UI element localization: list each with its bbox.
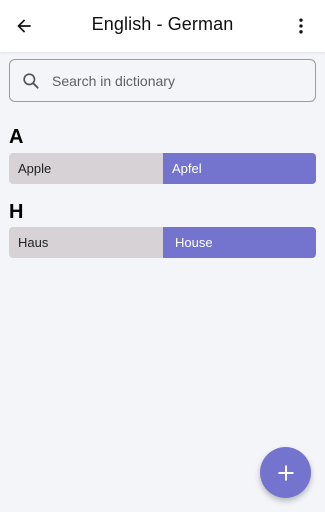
app-bar: English - German bbox=[0, 0, 325, 52]
search-box[interactable] bbox=[9, 59, 316, 102]
dictionary-entry[interactable]: Apple Apfel bbox=[9, 153, 316, 184]
entry-source-word: Apple bbox=[9, 153, 163, 184]
dictionary-entry[interactable]: Haus House bbox=[9, 227, 316, 258]
entry-target-word: Apfel bbox=[163, 153, 316, 184]
section-header-h: H bbox=[9, 201, 24, 223]
more-vertical-icon bbox=[299, 18, 303, 34]
search-input[interactable] bbox=[52, 62, 302, 99]
search-icon bbox=[23, 73, 39, 89]
entry-source-word: Haus bbox=[9, 227, 163, 258]
back-button[interactable] bbox=[10, 12, 38, 40]
overflow-menu-button[interactable] bbox=[287, 12, 315, 40]
page-title: English - German bbox=[91, 14, 234, 34]
add-entry-button[interactable] bbox=[260, 447, 311, 498]
arrow-left-icon bbox=[17, 19, 31, 33]
plus-icon bbox=[277, 464, 294, 481]
entry-target-word: House bbox=[163, 227, 316, 258]
section-header-a: A bbox=[9, 126, 24, 148]
